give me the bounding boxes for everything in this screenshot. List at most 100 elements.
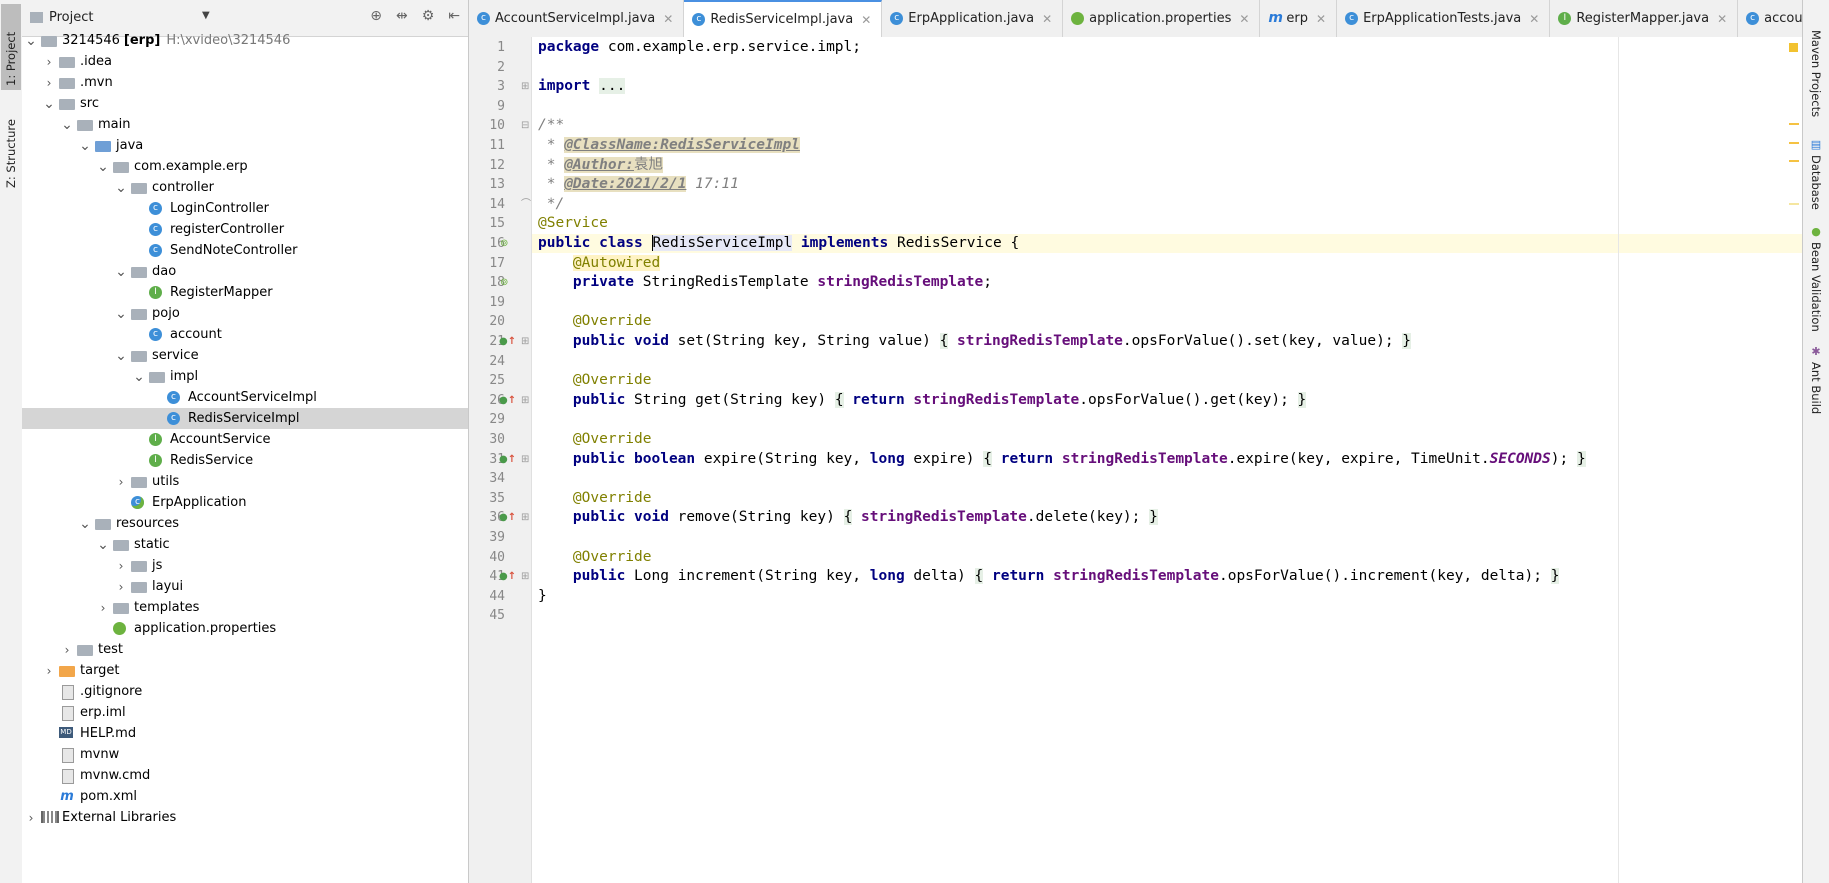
chevron-down-icon[interactable]: ⌄: [96, 538, 110, 552]
code-line[interactable]: [532, 606, 1802, 625]
code-line[interactable]: @Service: [532, 214, 1802, 233]
code-editor[interactable]: package com.example.erp.service.impl; imp…: [532, 37, 1802, 883]
close-tab-icon[interactable]: ✕: [1042, 12, 1052, 26]
close-tab-icon[interactable]: ✕: [1529, 12, 1539, 26]
code-line[interactable]: @Autowired: [532, 254, 1802, 273]
editor-tab[interactable]: application.properties ✕: [1063, 0, 1261, 37]
tree-node[interactable]: › utils: [22, 471, 468, 492]
spring-bean-icon[interactable]: ⊚: [500, 273, 508, 292]
tree-node[interactable]: mvnw: [22, 744, 468, 765]
code-line[interactable]: @Override: [532, 548, 1802, 567]
code-line[interactable]: * @ClassName:RedisServiceImpl: [532, 136, 1802, 155]
fold-toggle-icon[interactable]: ⊞: [521, 391, 529, 410]
tree-node[interactable]: c AccountServiceImpl: [22, 387, 468, 408]
chevron-down-icon[interactable]: ⌄: [60, 118, 74, 132]
tree-node[interactable]: c SendNoteController: [22, 240, 468, 261]
spring-bean-icon[interactable]: ⊚: [500, 234, 508, 253]
chevron-down-icon[interactable]: ⌄: [24, 34, 38, 48]
tree-node[interactable]: › test: [22, 639, 468, 660]
editor-tab[interactable]: I RegisterMapper.java ✕: [1550, 0, 1739, 37]
chevron-right-icon[interactable]: ›: [96, 601, 110, 615]
tree-node[interactable]: c ErpApplication: [22, 492, 468, 513]
editor-tab[interactable]: c AccountServiceImpl.java ✕: [469, 0, 685, 37]
tree-node[interactable]: ⌄ resources: [22, 513, 468, 534]
chevron-down-icon[interactable]: ⌄: [114, 181, 128, 195]
tool-tab-maven-projects[interactable]: Maven Projects: [1806, 30, 1826, 125]
tree-node[interactable]: › target: [22, 660, 468, 681]
tool-tab-ant-build[interactable]: ✱ Ant Build: [1806, 345, 1826, 415]
error-stripe-mark[interactable]: [1789, 123, 1799, 125]
fold-toggle-icon[interactable]: ⊞: [521, 508, 529, 527]
code-line[interactable]: public void remove(String key) { stringR…: [532, 508, 1802, 527]
chevron-right-icon[interactable]: ›: [42, 76, 56, 90]
code-line[interactable]: public void set(String key, String value…: [532, 332, 1802, 351]
tree-node[interactable]: ⌄ dao: [22, 261, 468, 282]
tree-node[interactable]: c registerController: [22, 219, 468, 240]
tree-node[interactable]: ⌄ java: [22, 135, 468, 156]
tool-tab-project[interactable]: 1: Project: [1, 4, 21, 90]
implements-method-icon[interactable]: ●↑: [499, 450, 516, 469]
code-line[interactable]: [532, 469, 1802, 488]
tree-node[interactable]: ⌄ controller: [22, 177, 468, 198]
chevron-down-icon[interactable]: ⌄: [78, 517, 92, 531]
editor-tab[interactable]: c ErpApplicationTests.java ✕: [1337, 0, 1551, 37]
tool-tab-database[interactable]: ▤ Database: [1806, 138, 1826, 210]
tree-node[interactable]: ⌄ com.example.erp: [22, 156, 468, 177]
code-line[interactable]: }: [532, 587, 1802, 606]
project-view-selector[interactable]: Project: [30, 10, 93, 25]
chevron-down-icon[interactable]: ⌄: [114, 265, 128, 279]
collapse-all-icon[interactable]: ⇹: [396, 8, 408, 24]
code-line[interactable]: private StringRedisTemplate stringRedisT…: [532, 273, 1802, 292]
tree-node[interactable]: c LoginController: [22, 198, 468, 219]
chevron-right-icon[interactable]: ›: [114, 559, 128, 573]
tree-node[interactable]: c account: [22, 324, 468, 345]
code-line[interactable]: public Long increment(String key, long d…: [532, 567, 1802, 586]
implements-method-icon[interactable]: ●↑: [499, 508, 516, 527]
tree-node[interactable]: application.properties: [22, 618, 468, 639]
editor-tab[interactable]: m erp ✕: [1260, 0, 1338, 37]
tool-tab-bean-validation[interactable]: ● Bean Validation: [1806, 225, 1826, 335]
tree-node[interactable]: ⌄ static: [22, 534, 468, 555]
chevron-right-icon[interactable]: ›: [42, 55, 56, 69]
locate-icon[interactable]: ⊕: [370, 8, 382, 24]
editor-tab[interactable]: c ErpApplication.java ✕: [882, 0, 1064, 37]
implements-method-icon[interactable]: ●↑: [499, 567, 516, 586]
code-line[interactable]: [532, 528, 1802, 547]
code-line[interactable]: */: [532, 195, 1802, 214]
chevron-down-icon[interactable]: ⌄: [114, 349, 128, 363]
fold-toggle-icon[interactable]: ⊟: [521, 116, 529, 135]
tree-node[interactable]: ⌄ impl: [22, 366, 468, 387]
code-line[interactable]: public class RedisServiceImpl implements…: [532, 234, 1802, 253]
fold-toggle-icon[interactable]: ⌒: [521, 195, 531, 214]
chevron-down-icon[interactable]: ⌄: [78, 139, 92, 153]
tree-node[interactable]: I RedisService: [22, 450, 468, 471]
chevron-down-icon[interactable]: ⌄: [96, 160, 110, 174]
tree-node[interactable]: ⌄ service: [22, 345, 468, 366]
code-line[interactable]: package com.example.erp.service.impl;: [532, 38, 1802, 57]
chevron-down-icon[interactable]: ▼: [202, 10, 210, 21]
code-line[interactable]: @Override: [532, 371, 1802, 390]
tree-node[interactable]: › External Libraries: [22, 807, 468, 828]
chevron-down-icon[interactable]: ⌄: [42, 97, 56, 111]
tree-node[interactable]: ⌄ pojo: [22, 303, 468, 324]
tree-node[interactable]: I RegisterMapper: [22, 282, 468, 303]
close-tab-icon[interactable]: ✕: [1316, 12, 1326, 26]
fold-toggle-icon[interactable]: ⊞: [521, 332, 529, 351]
error-stripe-mark[interactable]: [1789, 203, 1799, 205]
tree-node[interactable]: › js: [22, 555, 468, 576]
error-stripe[interactable]: [1787, 37, 1801, 883]
tree-node[interactable]: › .idea: [22, 51, 468, 72]
chevron-down-icon[interactable]: ⌄: [114, 307, 128, 321]
tree-node[interactable]: .gitignore: [22, 681, 468, 702]
close-tab-icon[interactable]: ✕: [861, 13, 871, 27]
tree-node[interactable]: c RedisServiceImpl: [22, 408, 468, 429]
chevron-right-icon[interactable]: ›: [114, 475, 128, 489]
close-tab-icon[interactable]: ✕: [1717, 12, 1727, 26]
code-line[interactable]: import ...: [532, 77, 1802, 96]
code-line[interactable]: * @Date:2021/2/1 17:11: [532, 175, 1802, 194]
tree-node[interactable]: mvnw.cmd: [22, 765, 468, 786]
close-tab-icon[interactable]: ✕: [663, 12, 673, 26]
tree-node[interactable]: ⌄ main: [22, 114, 468, 135]
implements-method-icon[interactable]: ●↑: [499, 391, 516, 410]
tree-node[interactable]: MD HELP.md: [22, 723, 468, 744]
